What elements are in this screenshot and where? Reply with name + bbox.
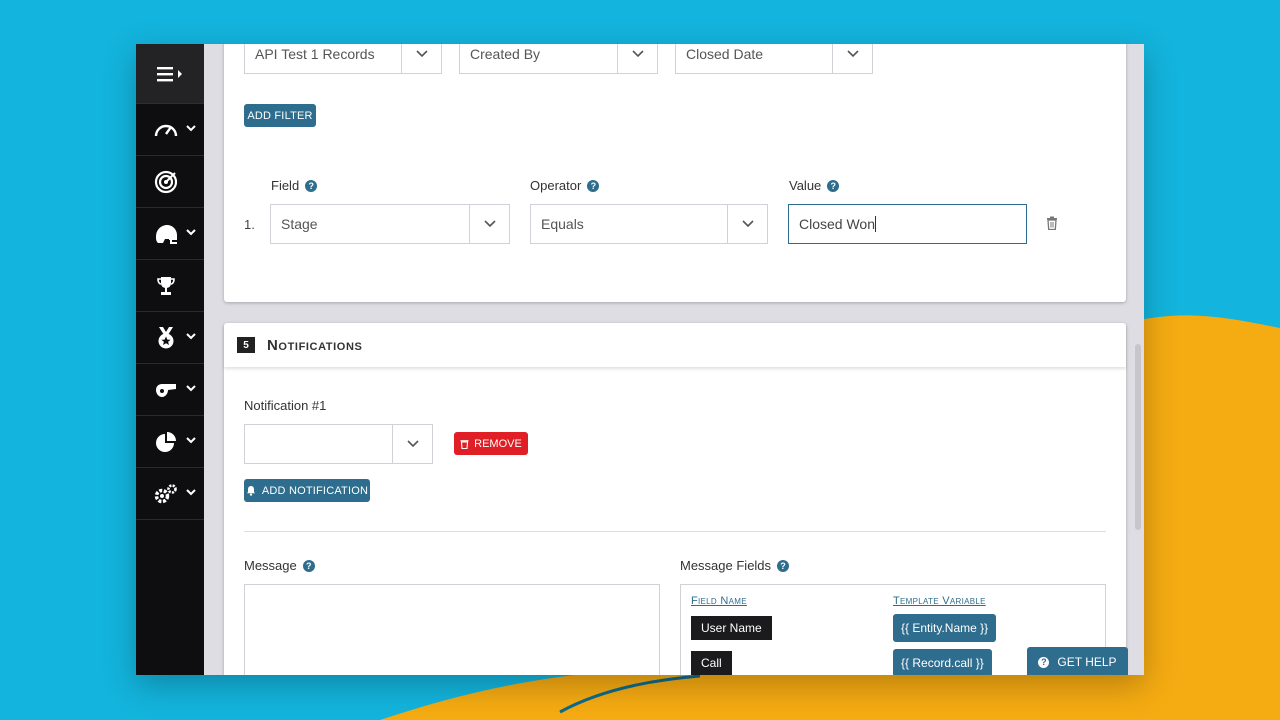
add-filter-button[interactable]: ADD FILTER xyxy=(244,104,316,127)
chevron-down-icon xyxy=(186,489,196,496)
notifications-card: 5 Notifications Notification #1 REMOVE A… xyxy=(224,323,1126,675)
add-notification-button[interactable]: ADD NOTIFICATION xyxy=(244,479,370,502)
chevron-down-icon xyxy=(186,437,196,444)
message-fields-label: Message Fields ? xyxy=(680,558,790,573)
condition-value-input[interactable]: Closed Won xyxy=(788,204,1027,244)
sidebar xyxy=(136,44,204,675)
created-by-select[interactable]: Created By xyxy=(459,44,658,74)
message-label: Message ? xyxy=(244,558,315,573)
condition-value-text: Closed Won xyxy=(799,216,876,232)
chevron-down-icon xyxy=(392,425,432,463)
dashboard-icon xyxy=(153,117,179,143)
message-fields-label-text: Message Fields xyxy=(680,558,772,573)
chevron-down-icon xyxy=(186,333,196,340)
sidebar-item-teams[interactable] xyxy=(136,208,204,260)
helmet-icon xyxy=(153,221,179,247)
main-content: API Test 1 Records Created By Closed Dat… xyxy=(204,44,1144,675)
operator-label: Operator ? xyxy=(530,178,600,193)
condition-operator-value: Equals xyxy=(541,216,584,232)
chevron-down-icon xyxy=(186,229,196,236)
trash-icon xyxy=(460,439,469,449)
operator-label-text: Operator xyxy=(530,178,582,193)
section-title: Notifications xyxy=(267,336,363,354)
closed-date-select-value: Closed Date xyxy=(686,46,764,62)
app-window: API Test 1 Records Created By Closed Dat… xyxy=(136,44,1144,675)
bell-icon xyxy=(246,486,255,496)
condition-field-value: Stage xyxy=(281,216,318,232)
chevron-down-icon xyxy=(617,44,657,73)
record-type-select-value: API Test 1 Records xyxy=(255,46,375,62)
scrollbar[interactable] xyxy=(1135,344,1141,530)
sidebar-item-goals[interactable] xyxy=(136,156,204,208)
field-name-chip: Call xyxy=(691,651,732,675)
get-help-label: GET HELP xyxy=(1057,655,1117,669)
sidebar-item-badges[interactable] xyxy=(136,312,204,364)
chevron-down-icon xyxy=(186,125,196,132)
trash-icon[interactable] xyxy=(1046,216,1058,235)
sidebar-item-reports[interactable] xyxy=(136,416,204,468)
closed-date-select[interactable]: Closed Date xyxy=(675,44,873,74)
whistle-icon xyxy=(153,377,179,403)
help-icon: ? xyxy=(1038,656,1050,668)
chevron-down-icon xyxy=(186,385,196,392)
trophy-icon xyxy=(153,273,179,299)
created-by-select-value: Created By xyxy=(470,46,541,62)
gears-icon xyxy=(153,481,179,507)
notifications-section-header: 5 Notifications xyxy=(224,323,1126,367)
menu-toggle-button[interactable] xyxy=(136,44,204,104)
chevron-down-icon xyxy=(727,205,767,243)
target-icon xyxy=(153,169,179,195)
template-variable-header: Template Variable xyxy=(893,595,986,607)
chevron-down-icon xyxy=(832,44,872,73)
sidebar-item-dashboard[interactable] xyxy=(136,104,204,156)
remove-label: REMOVE xyxy=(474,437,522,450)
help-icon[interactable]: ? xyxy=(302,559,315,572)
notification-select[interactable] xyxy=(244,424,433,464)
sidebar-item-settings[interactable] xyxy=(136,468,204,520)
chevron-down-icon xyxy=(401,44,441,73)
medal-icon xyxy=(153,325,179,351)
template-variable-button[interactable]: {{ Record.call }} xyxy=(893,649,992,675)
field-label: Field ? xyxy=(271,178,318,193)
remove-notification-button[interactable]: REMOVE xyxy=(454,432,528,455)
section-number-badge: 5 xyxy=(237,337,255,353)
help-icon[interactable]: ? xyxy=(777,559,790,572)
message-textarea[interactable] xyxy=(244,584,660,675)
template-variable-button[interactable]: {{ Entity.Name }} xyxy=(893,614,997,642)
value-label-text: Value xyxy=(789,178,822,193)
help-icon[interactable]: ? xyxy=(827,179,840,192)
divider xyxy=(244,531,1106,532)
field-label-text: Field xyxy=(271,178,300,193)
condition-operator-select[interactable]: Equals xyxy=(530,204,768,244)
sidebar-item-coaching[interactable] xyxy=(136,364,204,416)
condition-field-select[interactable]: Stage xyxy=(270,204,510,244)
field-name-header: Field Name xyxy=(691,595,747,607)
message-label-text: Message xyxy=(244,558,297,573)
filters-card: API Test 1 Records Created By Closed Dat… xyxy=(224,44,1126,302)
help-icon[interactable]: ? xyxy=(305,179,318,192)
field-name-chip: User Name xyxy=(691,616,772,640)
help-icon[interactable]: ? xyxy=(587,179,600,192)
chevron-down-icon xyxy=(469,205,509,243)
text-cursor xyxy=(875,216,877,232)
value-label: Value ? xyxy=(789,178,840,193)
sidebar-item-competitions[interactable] xyxy=(136,260,204,312)
record-type-select[interactable]: API Test 1 Records xyxy=(244,44,442,74)
pie-chart-icon xyxy=(153,429,179,455)
condition-row-number: 1. xyxy=(244,217,255,232)
notification-label: Notification #1 xyxy=(244,398,327,413)
add-notification-label: ADD NOTIFICATION xyxy=(261,484,369,497)
get-help-button[interactable]: ? GET HELP xyxy=(1027,647,1128,675)
menu-icon xyxy=(157,66,182,81)
